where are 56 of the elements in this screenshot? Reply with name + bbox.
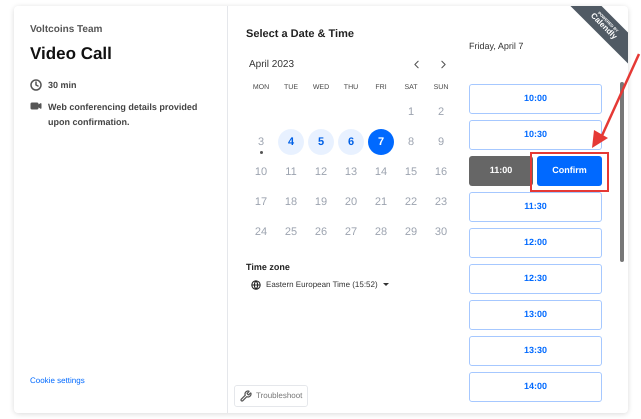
calendar-day[interactable]: 27	[338, 219, 364, 245]
calendar-day[interactable]: 30	[428, 219, 454, 245]
calendar-day[interactable]: 29	[398, 219, 424, 245]
calendar-day[interactable]: 28	[368, 219, 394, 245]
time-slot[interactable]: 11:30	[469, 192, 602, 222]
calendar-day[interactable]: 10	[248, 159, 274, 185]
duration: 30 min	[48, 78, 77, 92]
cookie-settings-link[interactable]: Cookie settings	[30, 375, 211, 387]
calendar-day[interactable]: 24	[248, 219, 274, 245]
calendar-day[interactable]: 6	[338, 129, 364, 155]
calendar-day[interactable]: 11	[278, 159, 304, 185]
calendar-day[interactable]: 19	[308, 189, 334, 215]
calendar-day[interactable]: 26	[308, 219, 334, 245]
globe-icon	[251, 280, 261, 290]
calendar-day[interactable]: 18	[278, 189, 304, 215]
calendar-day[interactable]: 15	[398, 159, 424, 185]
troubleshoot-button[interactable]: Troubleshoot	[234, 385, 308, 407]
selected-date: Friday, April 7	[469, 40, 524, 52]
time-slot[interactable]: 10:30	[469, 120, 602, 150]
calendar-day[interactable]: 7	[368, 129, 394, 155]
dropdown-caret-icon	[382, 283, 389, 286]
timezone-selector[interactable]: Eastern European Time (15:52)	[251, 278, 456, 290]
event-title: Video Call	[30, 43, 113, 65]
calendar-day[interactable]: 13	[338, 159, 364, 185]
confirm-button[interactable]: Confirm	[537, 156, 602, 186]
time-slot[interactable]: 13:30	[469, 336, 602, 366]
timezone-label: Time zone	[246, 261, 291, 274]
calendar-day[interactable]: 9	[428, 129, 454, 155]
calendar-day[interactable]: 21	[368, 189, 394, 215]
time-slot[interactable]: 12:00	[469, 228, 602, 258]
calendar-day[interactable]: 8	[398, 129, 424, 155]
page-heading: Select a Date & Time	[246, 27, 354, 42]
calendar-day[interactable]: 23	[428, 189, 454, 215]
time-slot[interactable]: 10:00	[469, 84, 602, 114]
location-details: Web conferencing details provided upon confirmation.	[48, 101, 198, 129]
clock-icon	[30, 79, 42, 92]
calendar-day[interactable]: 25	[278, 219, 304, 245]
time-slot[interactable]: 11:00	[469, 156, 533, 186]
time-slot[interactable]: 14:00	[469, 372, 602, 402]
calendar-day[interactable]: 5	[308, 129, 334, 155]
calendar-day[interactable]: 4	[278, 129, 304, 155]
time-slot[interactable]: 12:30	[469, 264, 602, 294]
wrench-icon	[240, 390, 252, 402]
calendar-day[interactable]: 22	[398, 189, 424, 215]
calendar-day[interactable]: 3	[248, 129, 274, 155]
calendar-day[interactable]: 16	[428, 159, 454, 185]
calendar-day[interactable]: 14	[368, 159, 394, 185]
team-name: Voltcoins Team	[30, 23, 104, 37]
calendar-day[interactable]: 2	[428, 99, 454, 125]
calendar-day[interactable]: 17	[248, 189, 274, 215]
calendar-day[interactable]: 1	[398, 99, 424, 125]
time-slot[interactable]: 13:00	[469, 300, 602, 330]
month-label: April 2023	[248, 58, 296, 72]
video-icon	[30, 100, 42, 112]
calendar-day[interactable]: 20	[338, 189, 364, 215]
calendar-day[interactable]: 12	[308, 159, 334, 185]
